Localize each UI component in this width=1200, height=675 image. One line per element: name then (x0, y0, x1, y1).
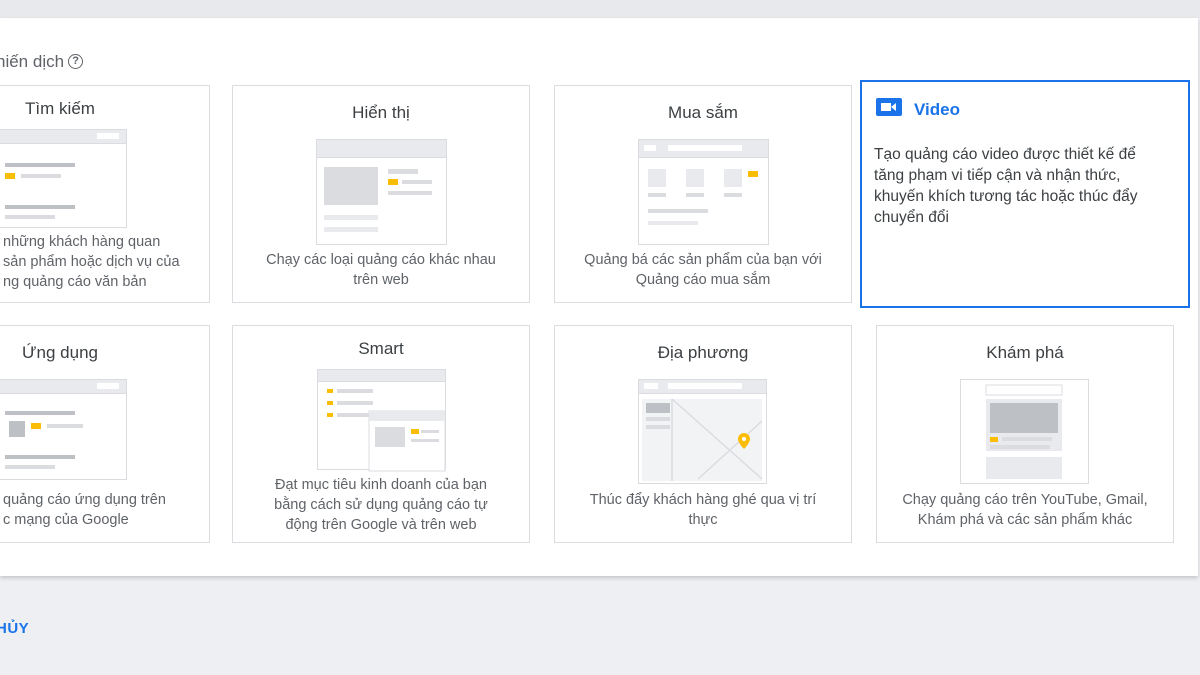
card-desc-line: sản phẩm hoặc dịch vụ của (3, 254, 180, 270)
campaign-card-display[interactable]: Hiển thị Chạy các loại quảng cáo khác nh… (232, 85, 530, 303)
campaign-type-panel: hiến dịch? Tìm kiếm những khách hàng qua… (0, 18, 1198, 576)
campaign-card-smart[interactable]: Smart Đạt mục tiêu kinh doanh của bạn bằ… (232, 325, 530, 543)
search-ad-illustration (0, 129, 127, 228)
video-header: Video (876, 98, 960, 121)
card-title: Địa phương (657, 343, 749, 362)
campaign-card-local[interactable]: Địa phương Thúc đẩy khách hàng ghé qua v… (554, 325, 852, 543)
card-desc-line: Tạo quảng cáo video được thiết kế để (874, 146, 1136, 163)
card-desc-line: ng quảng cáo văn bản (3, 274, 147, 290)
card-title: Mua sắm (668, 103, 738, 122)
card-desc-line: những khách hàng quan (3, 234, 161, 250)
card-title: Smart (358, 339, 404, 358)
card-title: Hiển thị (352, 103, 410, 122)
card-desc-line: Đạt mục tiêu kinh doanh của bạn (275, 477, 487, 493)
shopping-ad-illustration (638, 139, 769, 245)
card-title: Video (914, 99, 960, 119)
campaign-card-video[interactable]: Video Tạo quảng cáo video được thiết kế … (860, 80, 1190, 308)
smart-ad-illustration (317, 369, 446, 472)
card-desc-line: bằng cách sử dụng quảng cáo tự (274, 497, 488, 513)
campaign-card-search[interactable]: Tìm kiếm những khách hàng quan sản phẩm … (0, 85, 210, 303)
card-desc-line: Quảng bá các sản phẩm của bạn với (584, 252, 822, 268)
card-desc-line: khuyến khích tương tác hoặc thúc đẩy (874, 188, 1138, 205)
card-desc-line: Thúc đẩy khách hàng ghé qua vị trí (589, 492, 817, 508)
card-desc-line: tăng phạm vi tiếp cận và nhận thức, (874, 167, 1121, 184)
card-title: Tìm kiếm (25, 99, 95, 118)
display-ad-illustration (316, 139, 447, 245)
top-bar (0, 0, 1200, 18)
cancel-button[interactable]: HỦY (0, 620, 29, 637)
card-desc: Tạo quảng cáo video được thiết kế để tăn… (874, 144, 1184, 228)
card-desc-line: thực (688, 512, 718, 528)
campaign-card-app[interactable]: Ứng dụng quảng cáo ứng dụng trên c mạng … (0, 325, 210, 543)
campaign-card-shopping[interactable]: Mua sắm Quảng bá các sản phẩm của bạn vớ… (554, 85, 852, 303)
card-desc-line: chuyển đổi (874, 209, 949, 226)
card-desc-line: c mạng của Google (3, 512, 129, 528)
video-camera-icon (876, 98, 902, 121)
campaign-card-discovery[interactable]: Khám phá Chạy quảng cáo trên YouTube, Gm… (876, 325, 1174, 543)
section-title: hiến dịch? (0, 52, 84, 72)
section-title-text: hiến dịch (0, 52, 65, 71)
card-desc-line: Quảng cáo mua sắm (635, 272, 771, 288)
card-desc-line: trên web (353, 272, 409, 288)
local-ad-illustration (638, 379, 767, 484)
app-ad-illustration (0, 379, 127, 480)
card-desc-line: Khám phá và các sản phẩm khác (917, 512, 1133, 528)
card-desc-line: Chạy các loại quảng cáo khác nhau (266, 252, 496, 268)
card-desc-line: Chạy quảng cáo trên YouTube, Gmail, (902, 492, 1148, 508)
card-desc-line: quảng cáo ứng dụng trên (3, 492, 166, 508)
card-title: Khám phá (986, 343, 1064, 362)
help-icon[interactable]: ? (68, 54, 84, 69)
card-desc-line: động trên Google và trên web (285, 517, 477, 533)
discovery-ad-illustration (960, 379, 1089, 484)
card-title: Ứng dụng (22, 343, 98, 362)
